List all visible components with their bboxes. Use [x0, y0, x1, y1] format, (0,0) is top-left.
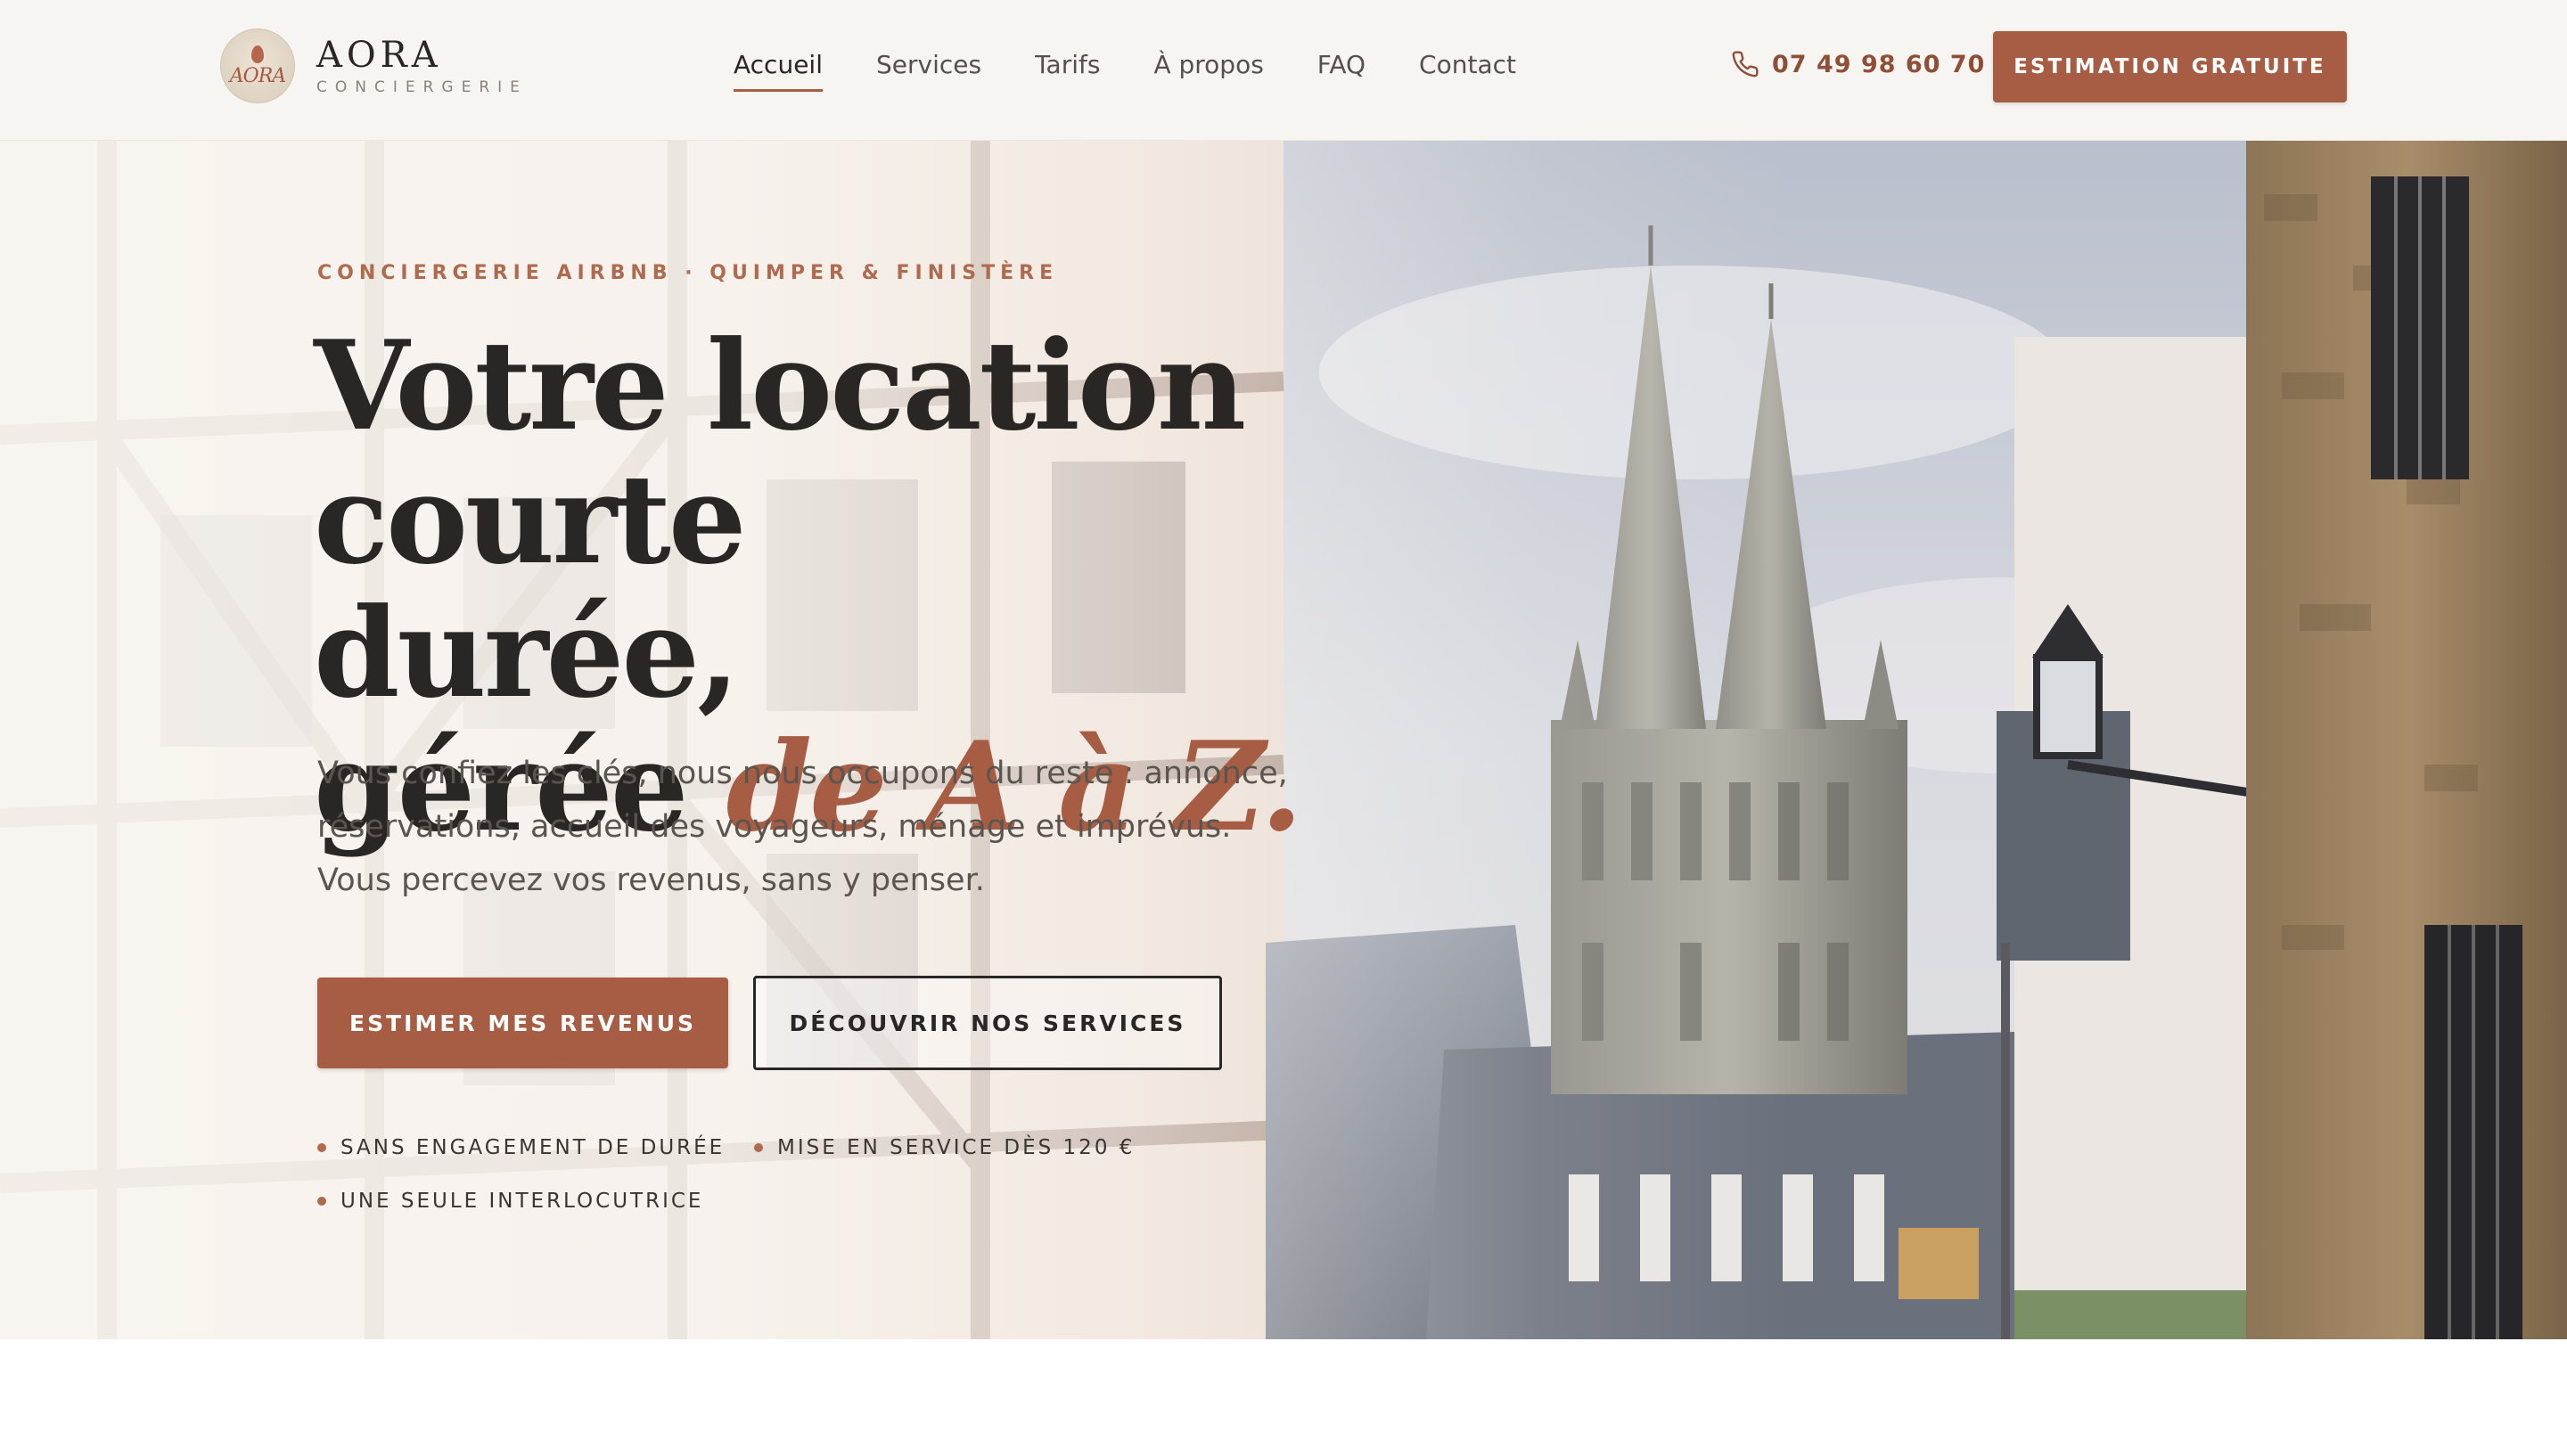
- perk-label: UNE SEULE INTERLOCUTRICE: [340, 1190, 704, 1213]
- main-nav: Accueil Services Tarifs À propos FAQ Con…: [734, 50, 1570, 92]
- nav-item-a-propos[interactable]: À propos: [1153, 50, 1263, 92]
- nav-item-faq[interactable]: FAQ: [1317, 50, 1366, 92]
- leaf-icon: [251, 45, 264, 63]
- perk-single-contact: UNE SEULE INTERLOCUTRICE: [317, 1190, 703, 1213]
- logo-monogram: AORA: [229, 64, 286, 87]
- nav-item-accueil[interactable]: Accueil: [734, 50, 823, 92]
- bullet-dot-icon: [317, 1143, 326, 1152]
- bullet-dot-icon: [754, 1143, 763, 1152]
- phone-icon: [1732, 51, 1759, 78]
- brand-name: AORA: [316, 35, 442, 76]
- brand-tagline: CONCIERGERIE: [316, 78, 528, 96]
- headline-line-1: Votre location courte: [314, 313, 1246, 592]
- phone-link[interactable]: 07 49 98 60 70: [1731, 50, 1985, 78]
- perk-label: SANS ENGAGEMENT DE DURÉE: [340, 1136, 726, 1159]
- hero-lead: Vous confiez les clés, nous nous occupon…: [317, 747, 1351, 907]
- free-estimate-button[interactable]: ESTIMATION GRATUITE: [1993, 31, 2347, 102]
- nav-item-services[interactable]: Services: [876, 50, 981, 92]
- logo-mark-icon: AORA: [220, 29, 295, 103]
- site-header: AORA AORA CONCIERGERIE Accueil Services …: [0, 0, 2567, 141]
- perk-label: MISE EN SERVICE DÈS 120 €: [777, 1136, 1136, 1159]
- logo-text: AORA CONCIERGERIE: [316, 36, 528, 96]
- hero-eyebrow: CONCIERGERIE AIRBNB · QUIMPER & FINISTÈR…: [317, 262, 1059, 284]
- lead-line-3: Vous percevez vos revenus, sans y penser…: [317, 863, 985, 898]
- bullet-dot-icon: [317, 1197, 326, 1206]
- perk-no-commitment: SANS ENGAGEMENT DE DURÉE: [317, 1136, 725, 1159]
- hero-section: CONCIERGERIE AIRBNB · QUIMPER & FINISTÈR…: [0, 141, 2567, 1339]
- phone-number: 07 49 98 60 70: [1772, 50, 1986, 78]
- estimate-revenue-button[interactable]: ESTIMER MES REVENUS: [317, 977, 728, 1068]
- lead-line-2: réservations, accueil des voyageurs, mén…: [317, 809, 1232, 845]
- headline-line-2: durée,: [314, 580, 740, 725]
- nav-item-contact[interactable]: Contact: [1419, 50, 1516, 92]
- perk-setup-price: MISE EN SERVICE DÈS 120 €: [754, 1136, 1135, 1159]
- discover-services-button[interactable]: DÉCOUVRIR NOS SERVICES: [753, 976, 1222, 1070]
- lead-line-1: Vous confiez les clés, nous nous occupon…: [317, 756, 1288, 791]
- brand-logo-link[interactable]: AORA AORA CONCIERGERIE: [220, 29, 528, 103]
- nav-item-tarifs[interactable]: Tarifs: [1035, 50, 1100, 92]
